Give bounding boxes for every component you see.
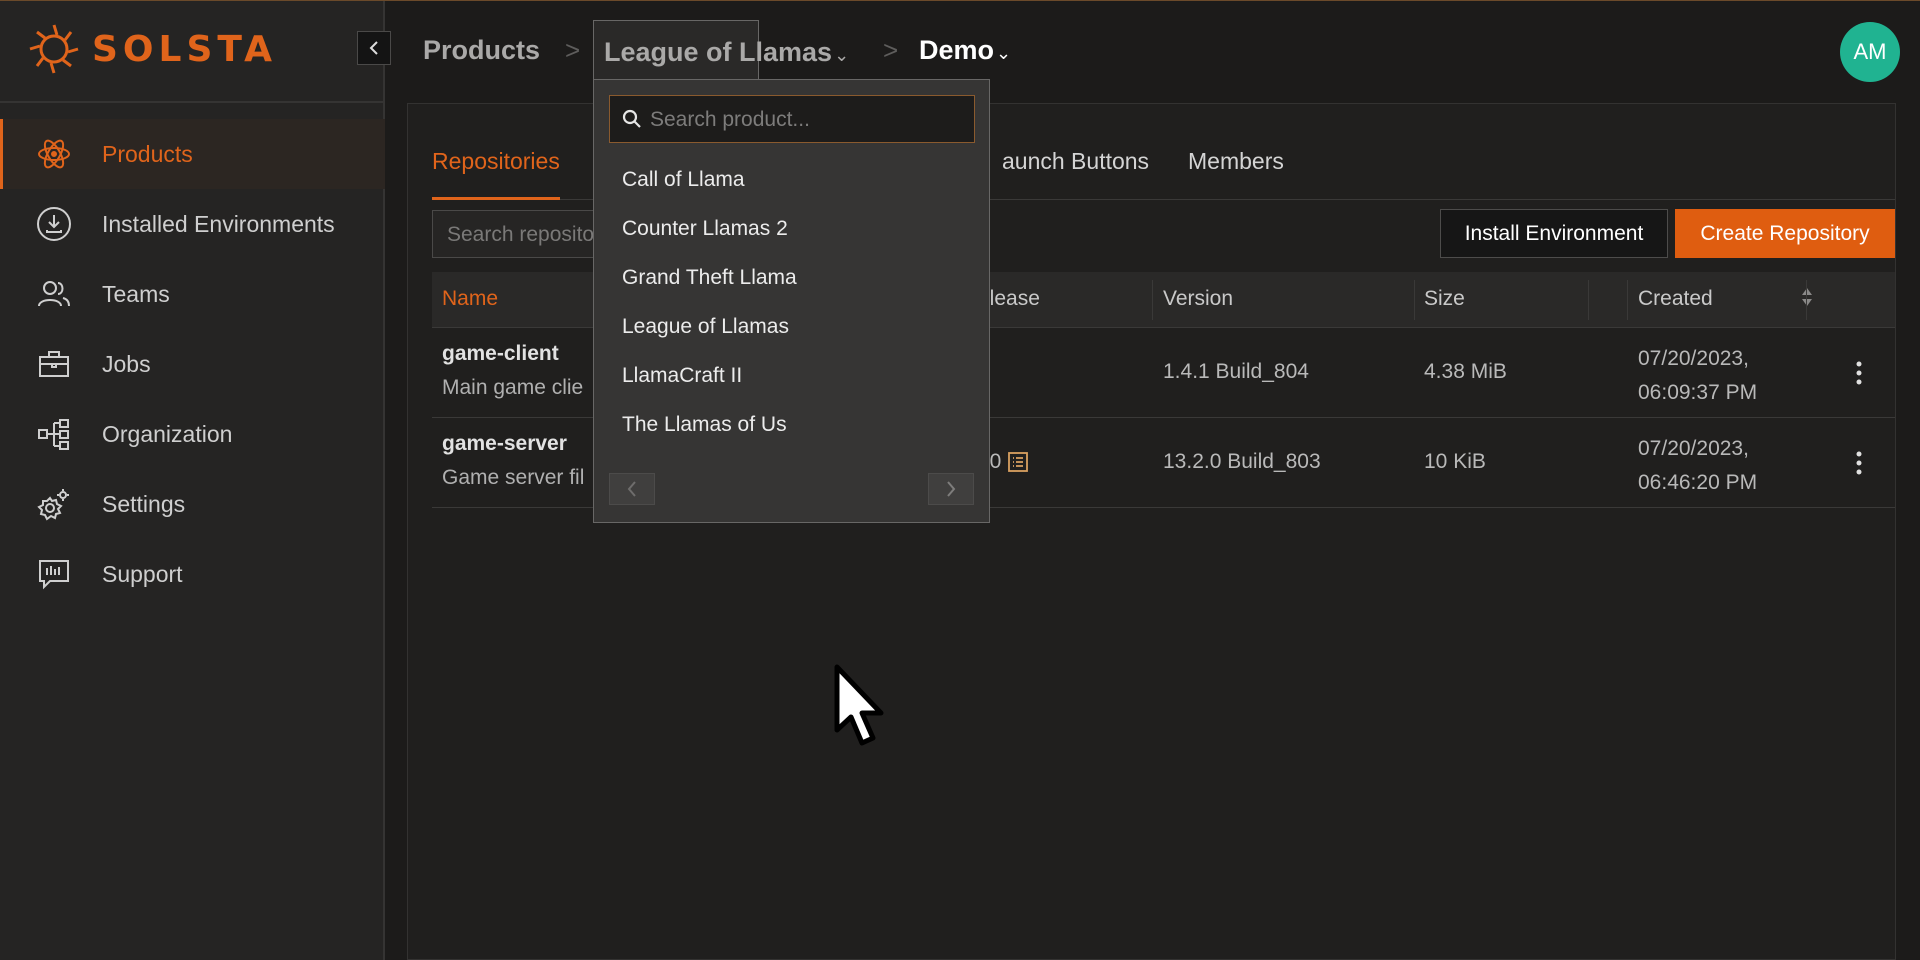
more-options-icon[interactable] <box>1855 450 1863 476</box>
product-selector[interactable]: League of Llamas ⌄ <box>593 20 849 81</box>
avatar[interactable]: AM <box>1840 22 1900 82</box>
atom-icon <box>36 136 72 172</box>
next-page-button[interactable] <box>928 473 974 505</box>
support-chat-icon <box>36 556 72 592</box>
search-product-placeholder: Search product... <box>650 108 810 131</box>
chevron-down-icon: ⌄ <box>834 45 850 65</box>
repository-description: Main game clie <box>442 376 584 399</box>
briefcase-icon <box>36 346 72 382</box>
repository-description: Game server fil <box>442 466 585 489</box>
product-option[interactable]: Counter Llamas 2 <box>622 217 797 266</box>
product-selector-label: League of Llamas <box>604 37 833 67</box>
chevron-left-icon <box>369 41 378 55</box>
product-list: Call of Llama Counter Llamas 2 Grand The… <box>622 168 797 462</box>
logo-row: SOLSTA <box>0 1 385 103</box>
org-chart-icon <box>36 416 72 452</box>
search-product-input[interactable]: Search product... <box>609 95 975 143</box>
release-notes-icon[interactable] <box>1007 451 1029 473</box>
chevron-down-icon: ⌄ <box>996 43 1012 63</box>
tab-launch-buttons[interactable]: aunch Buttons <box>1002 148 1149 200</box>
column-divider <box>1806 280 1807 320</box>
created-date: 07/20/2023, <box>1638 437 1749 460</box>
sidebar-item-support[interactable]: Support <box>0 539 385 609</box>
breadcrumb-separator: > <box>565 35 581 65</box>
column-header-size[interactable]: Size <box>1424 287 1465 311</box>
chevron-left-icon <box>627 481 636 497</box>
gear-icon <box>36 486 72 522</box>
sidebar-item-settings[interactable]: Settings <box>0 469 385 539</box>
brand-name: SOLSTA <box>92 28 278 70</box>
column-header-version[interactable]: Version <box>1163 287 1233 311</box>
users-icon <box>36 276 72 312</box>
size-value: 4.38 MiB <box>1424 360 1507 383</box>
column-divider <box>1627 280 1628 320</box>
column-header-created[interactable]: Created <box>1638 287 1713 311</box>
repository-name[interactable]: game-server <box>442 432 567 456</box>
created-time: 06:46:20 PM <box>1638 471 1758 494</box>
breadcrumb-separator: > <box>883 35 899 65</box>
sidebar-item-label: Support <box>102 560 183 587</box>
tab-repositories[interactable]: Repositories <box>432 148 560 200</box>
chevron-right-icon <box>947 481 956 497</box>
sidebar: SOLSTA Products Installed Environments T… <box>0 1 385 960</box>
product-option[interactable]: Grand Theft Llama <box>622 266 797 315</box>
sort-icon[interactable] <box>1801 286 1813 313</box>
column-divider <box>1152 280 1153 320</box>
product-option[interactable]: LlamaCraft II <box>622 364 797 413</box>
created-date: 07/20/2023, <box>1638 347 1749 370</box>
column-divider <box>1414 280 1415 320</box>
sidebar-item-label: Installed Environments <box>102 210 335 237</box>
product-option[interactable]: The Llamas of Us <box>622 413 797 462</box>
previous-page-button[interactable] <box>609 473 655 505</box>
app-window: SOLSTA Products Installed Environments T… <box>0 0 1920 960</box>
environment-selector[interactable]: Demo ⌄ <box>919 35 1011 66</box>
sidebar-item-teams[interactable]: Teams <box>0 259 385 329</box>
sidebar-item-label: Teams <box>102 280 170 307</box>
created-time: 06:09:37 PM <box>1638 381 1758 404</box>
sun-logo-icon <box>29 24 79 74</box>
column-header-name[interactable]: Name <box>442 287 498 311</box>
repository-name[interactable]: game-client <box>442 342 559 366</box>
sidebar-nav: Products Installed Environments Teams Jo… <box>0 119 385 609</box>
sidebar-item-organization[interactable]: Organization <box>0 399 385 469</box>
sidebar-item-installed-environments[interactable]: Installed Environments <box>0 189 385 259</box>
tab-members[interactable]: Members <box>1188 148 1284 200</box>
version-value: 13.2.0 Build_803 <box>1163 450 1321 473</box>
sidebar-item-products[interactable]: Products <box>0 119 385 189</box>
download-icon <box>36 206 72 242</box>
collapse-sidebar-button[interactable] <box>357 31 391 65</box>
solsta-logo[interactable]: SOLSTA <box>26 21 277 77</box>
version-value: 1.4.1 Build_804 <box>1163 360 1309 383</box>
product-option[interactable]: Call of Llama <box>622 168 797 217</box>
sidebar-item-jobs[interactable]: Jobs <box>0 329 385 399</box>
column-divider <box>1588 280 1589 320</box>
install-environment-button[interactable]: Install Environment <box>1440 209 1668 258</box>
product-dropdown: Search product... Call of Llama Counter … <box>593 79 990 523</box>
sidebar-item-label: Organization <box>102 420 233 447</box>
search-icon <box>622 109 641 128</box>
created-value: 07/20/2023, 06:46:20 PM <box>1638 432 1757 500</box>
sidebar-item-label: Jobs <box>102 350 151 377</box>
create-repository-button[interactable]: Create Repository <box>1675 209 1895 258</box>
mouse-cursor-icon <box>834 664 884 746</box>
sidebar-item-label: Settings <box>102 490 186 517</box>
created-value: 07/20/2023, 06:09:37 PM <box>1638 342 1757 410</box>
breadcrumb-products[interactable]: Products <box>423 35 540 66</box>
environment-selector-label: Demo <box>919 35 995 65</box>
size-value: 10 KiB <box>1424 450 1486 473</box>
more-options-icon[interactable] <box>1855 360 1863 386</box>
product-option[interactable]: League of Llamas <box>622 315 797 364</box>
sidebar-item-label: Products <box>102 140 193 167</box>
